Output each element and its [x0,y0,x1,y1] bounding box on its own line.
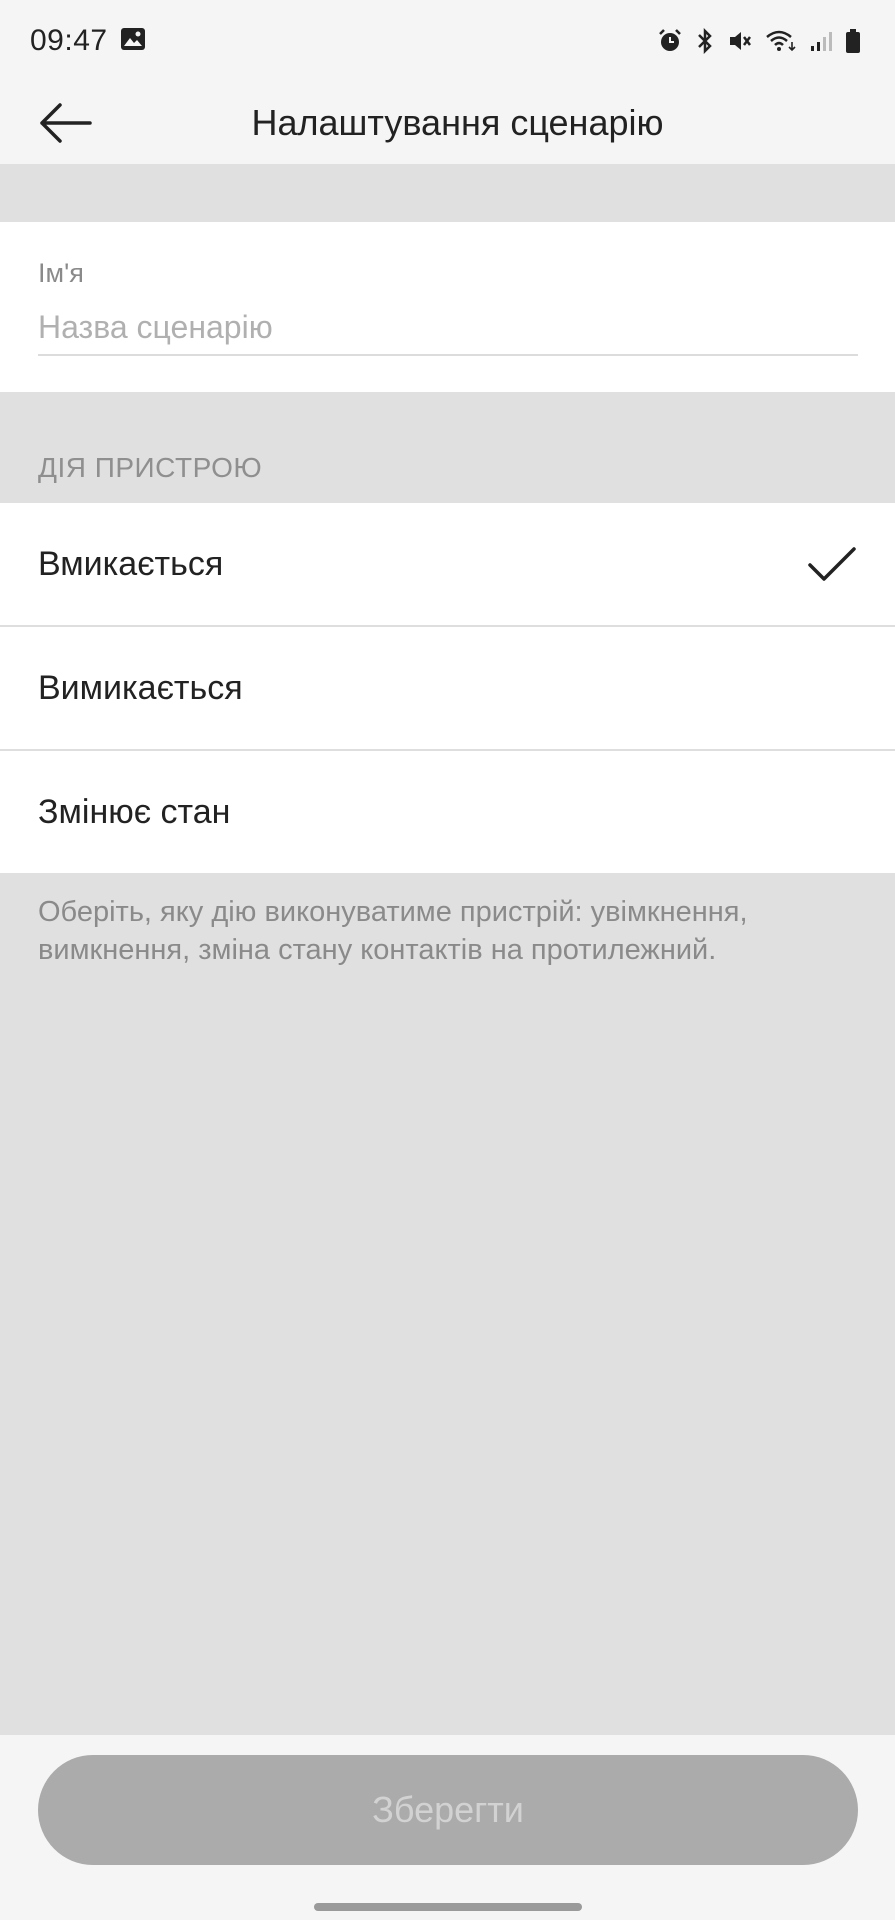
signal-icon [809,29,833,53]
name-section: Ім'я [0,222,895,392]
scenario-name-input[interactable] [38,300,858,356]
bottom-bar: Зберегти [0,1735,895,1920]
option-turns-on[interactable]: Вмикається [0,503,895,627]
scenario-settings-screen: 09:47 Налаштування сценарію Ім'я Назва с… [0,0,895,1920]
battery-icon [845,28,861,54]
app-header: Налаштування сценарію [0,82,895,164]
option-label: Вмикається [38,544,224,583]
alarm-icon [657,28,683,54]
page-title: Налаштування сценарію [251,102,664,143]
option-toggles-state[interactable]: Змінює стан [0,751,895,873]
device-action-description: Оберіть, яку дію виконуватиме пристрій: … [38,896,748,966]
device-action-options: Вмикається Вимикається Змінює стан [0,503,895,873]
bluetooth-icon [695,28,715,54]
home-indicator[interactable] [314,1903,582,1911]
status-time: 09:47 [30,24,108,57]
gallery-icon [120,27,146,56]
status-icons [657,28,861,54]
mute-icon [727,28,753,54]
section-title-device-action: ДІЯ ПРИСТРОЮ [38,452,263,483]
check-icon [808,547,856,581]
name-label: Ім'я [38,258,84,288]
save-button[interactable]: Зберегти [38,1755,858,1865]
status-left: 09:47 [30,24,146,58]
wifi-icon [765,28,797,54]
option-label: Вимикається [38,668,243,707]
option-label: Змінює стан [38,792,231,831]
status-bar: 09:47 [0,0,895,82]
option-turns-off[interactable]: Вимикається [0,627,895,751]
